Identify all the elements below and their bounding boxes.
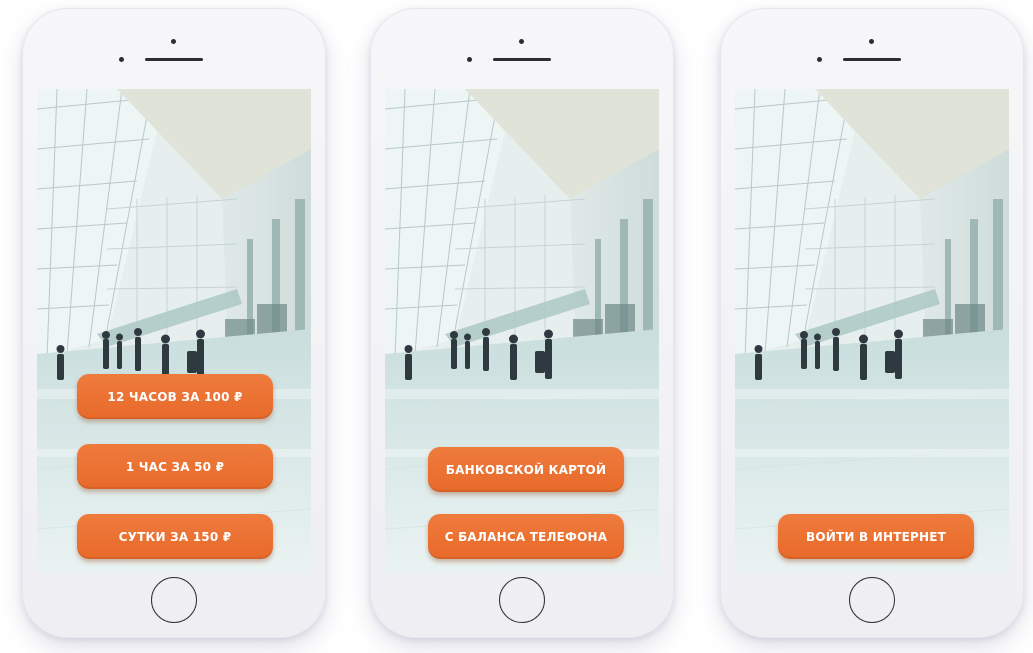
camera-icon [519,39,524,44]
phone-mockup-3: ВОЙТИ В ИНТЕРНЕТ [720,8,1024,638]
login-internet-button[interactable]: ВОЙТИ В ИНТЕРНЕТ [778,514,974,559]
home-button-icon[interactable] [849,577,895,623]
tariff-12h-button[interactable]: 12 ЧАСОВ ЗА 100 ₽ [77,374,273,419]
pay-from-phone-balance-button[interactable]: С БАЛАНСА ТЕЛЕФОНА [428,514,624,559]
pay-by-card-button[interactable]: БАНКОВСКОЙ КАРТОЙ [428,447,624,492]
speaker-icon [493,58,551,61]
sensor-dot-icon [467,57,472,62]
phone-mockup-2: БАНКОВСКОЙ КАРТОЙ С БАЛАНСА ТЕЛЕФОНА [370,8,674,638]
speaker-icon [843,58,901,61]
home-button-icon[interactable] [151,577,197,623]
tariff-day-button[interactable]: СУТКИ ЗА 150 ₽ [77,514,273,559]
sensor-dot-icon [817,57,822,62]
phone-screen-1: 12 ЧАСОВ ЗА 100 ₽ 1 ЧАС ЗА 50 ₽ СУТКИ ЗА… [37,89,311,574]
airport-hall-image [735,89,1009,574]
airport-hall-image [37,89,311,574]
phone-screen-3: ВОЙТИ В ИНТЕРНЕТ [735,89,1009,574]
speaker-icon [145,58,203,61]
phone-screen-2: БАНКОВСКОЙ КАРТОЙ С БАЛАНСА ТЕЛЕФОНА [385,89,659,574]
airport-hall-image [385,89,659,574]
phone-mockup-1: 12 ЧАСОВ ЗА 100 ₽ 1 ЧАС ЗА 50 ₽ СУТКИ ЗА… [22,8,326,638]
camera-icon [171,39,176,44]
home-button-icon[interactable] [499,577,545,623]
sensor-dot-icon [119,57,124,62]
tariff-1h-button[interactable]: 1 ЧАС ЗА 50 ₽ [77,444,273,489]
camera-icon [869,39,874,44]
